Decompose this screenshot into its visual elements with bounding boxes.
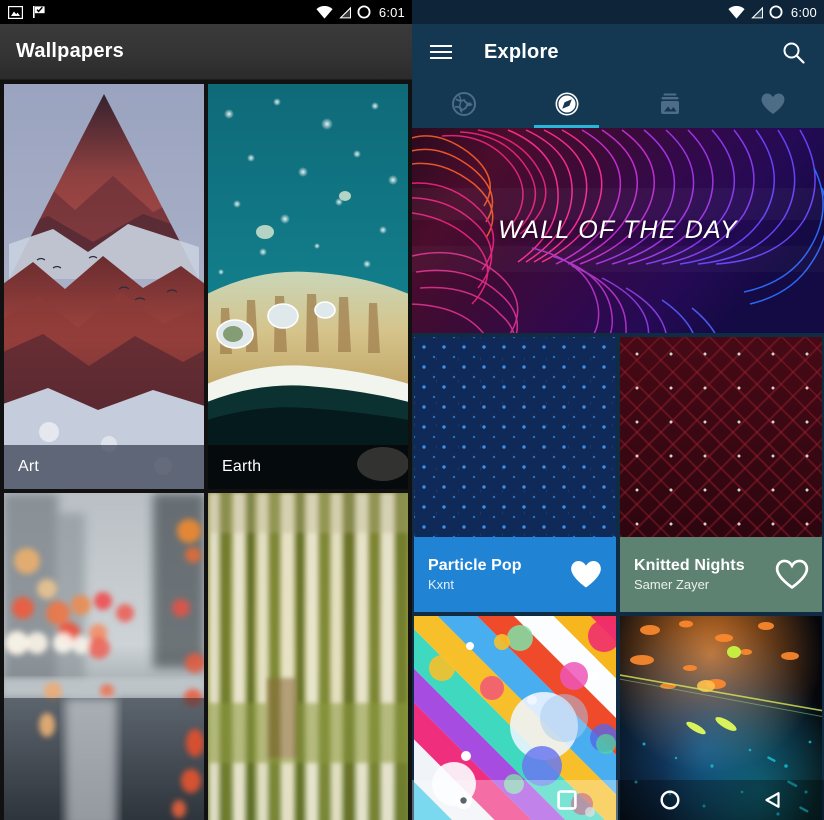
tab-explore[interactable] <box>515 80 618 128</box>
back-triangle-icon <box>764 792 780 808</box>
wifi-icon <box>316 5 333 19</box>
category-card-3[interactable] <box>4 493 204 820</box>
particle-pop-thumbnail <box>414 337 616 537</box>
wallpaper-author: Kxnt <box>428 577 455 592</box>
favorite-button[interactable] <box>774 557 810 593</box>
compass-icon <box>555 92 578 116</box>
trees-thumbnail <box>208 493 408 820</box>
page-title: Explore <box>484 40 559 63</box>
cell-signal-icon <box>339 6 351 18</box>
wallpaper-card-knitted-nights[interactable]: Knitted Nights Samer Zayer <box>620 337 822 612</box>
wallpaper-author: Samer Zayer <box>634 577 710 592</box>
favorite-button[interactable] <box>568 557 604 593</box>
home-alt-button[interactable] <box>650 780 690 820</box>
dual-screenshot: 6:01 Wallpapers Art Earth 6:00 Explore W… <box>0 0 824 820</box>
heart-icon <box>761 93 784 114</box>
flag-check-icon <box>33 6 45 18</box>
category-grid: Art Earth <box>0 80 412 820</box>
wifi-icon <box>728 5 745 19</box>
wall-of-the-day-banner[interactable]: WALL OF THE DAY <box>412 128 824 333</box>
bokeh-thumbnail <box>4 493 204 820</box>
status-time: 6:00 <box>790 4 817 20</box>
left-app-bar: Wallpapers <box>0 24 412 80</box>
left-phone-screen: 6:01 Wallpapers Art Earth <box>0 0 412 820</box>
right-app-bar: Explore <box>412 24 824 80</box>
wallpaper-title: Knitted Nights <box>634 557 745 574</box>
wallpaper-title: Particle Pop <box>428 557 522 574</box>
tab-collections[interactable] <box>618 80 721 128</box>
heart-outline-icon <box>775 559 809 590</box>
home-circle-icon <box>659 790 680 810</box>
battery-icon <box>357 5 371 19</box>
globe-icon <box>451 92 476 116</box>
category-label: Art <box>4 445 204 489</box>
left-status-bar: 6:01 <box>0 0 412 24</box>
tab-favorites[interactable] <box>721 80 824 128</box>
recents-button[interactable] <box>444 780 484 820</box>
nav-bar-right-half <box>618 780 824 820</box>
art-thumbnail <box>4 84 204 489</box>
recents-dot-icon <box>455 791 472 809</box>
category-card-4[interactable] <box>208 493 408 820</box>
collections-icon <box>660 93 679 114</box>
category-card-art[interactable]: Art <box>4 84 204 489</box>
search-icon[interactable] <box>778 37 808 67</box>
right-phone-screen: 6:00 Explore WALL OF THE DAY Particle Po… <box>412 0 824 820</box>
status-system-area: 6:01 <box>316 5 405 20</box>
category-label: Earth <box>208 445 408 489</box>
nav-bar-left-half <box>412 780 618 820</box>
wall-of-the-day-label: WALL OF THE DAY <box>498 216 738 244</box>
hamburger-menu-icon[interactable] <box>428 39 454 65</box>
status-time: 6:01 <box>378 4 405 20</box>
tab-wallpapers[interactable] <box>412 80 515 128</box>
status-notification-area <box>8 5 46 19</box>
wallpaper-meta: Knitted Nights Samer Zayer <box>620 537 822 612</box>
wallpaper-meta: Particle Pop Kxnt <box>414 537 616 612</box>
wallpaper-card-particle-pop[interactable]: Particle Pop Kxnt <box>414 337 616 612</box>
page-title: Wallpapers <box>16 40 124 62</box>
status-system-area: 6:00 <box>728 5 817 20</box>
earth-thumbnail <box>208 84 408 489</box>
image-notification-icon <box>8 5 23 19</box>
wallpaper-grid: Particle Pop Kxnt Knitted Nights Samer Z… <box>412 333 824 820</box>
home-button[interactable] <box>547 780 587 820</box>
tab-bar <box>412 80 824 128</box>
knitted-nights-thumbnail <box>620 337 822 537</box>
heart-filled-icon <box>571 560 601 588</box>
home-square-icon <box>556 790 577 810</box>
category-card-earth[interactable]: Earth <box>208 84 408 489</box>
back-button[interactable] <box>753 780 793 820</box>
cell-signal-icon <box>751 6 763 18</box>
right-status-bar: 6:00 <box>412 0 824 24</box>
android-navigation-bar <box>412 780 824 820</box>
battery-icon <box>769 5 783 19</box>
